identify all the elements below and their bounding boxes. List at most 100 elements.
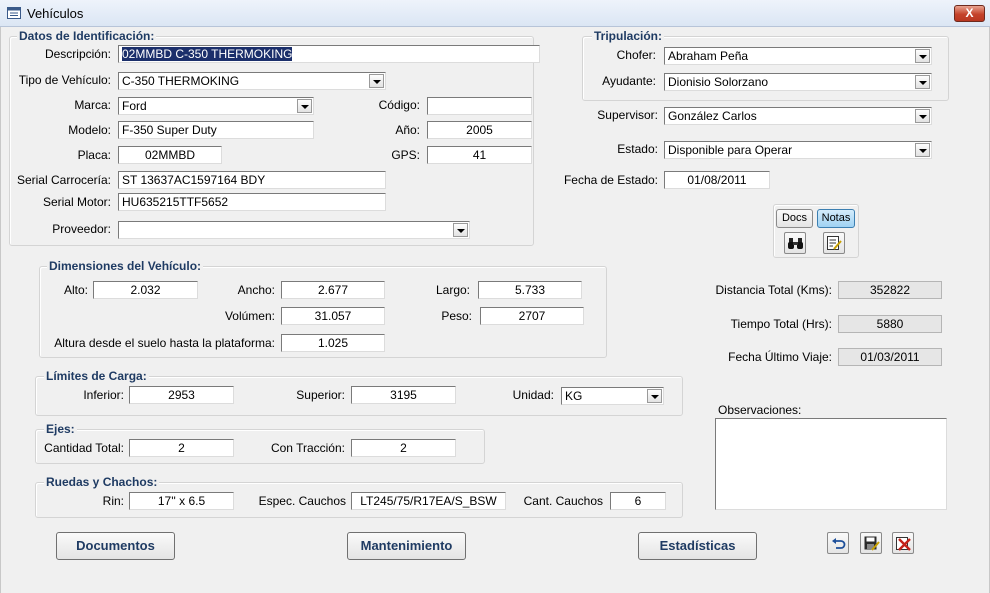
volumen-field[interactable]: 31.057 bbox=[281, 307, 385, 325]
superior-field[interactable]: 3195 bbox=[351, 386, 456, 404]
serial-carroceria-label: Serial Carrocería: bbox=[16, 173, 111, 187]
save-icon bbox=[864, 536, 880, 551]
serial-motor-field[interactable]: HU635215TTF5652 bbox=[118, 193, 386, 211]
form-icon bbox=[7, 7, 21, 19]
codigo-field[interactable] bbox=[427, 97, 532, 115]
chevron-down-icon[interactable] bbox=[915, 49, 930, 63]
ayudante-label: Ayudante: bbox=[602, 74, 656, 88]
ayudante-combo[interactable]: Dionisio Solorzano bbox=[664, 73, 932, 91]
modelo-field[interactable]: F-350 Super Duty bbox=[118, 121, 314, 139]
chevron-down-icon[interactable] bbox=[647, 389, 662, 403]
cant-cauchos-field[interactable]: 6 bbox=[610, 492, 666, 510]
supervisor-label: Supervisor: bbox=[597, 108, 658, 122]
supervisor-combo[interactable]: González Carlos bbox=[664, 107, 932, 125]
altura-field[interactable]: 1.025 bbox=[281, 334, 385, 352]
unidad-value: KG bbox=[565, 389, 583, 403]
espec-field[interactable]: LT245/75/R17EA/S_BSW bbox=[351, 492, 506, 510]
peso-label: Peso: bbox=[441, 309, 472, 323]
volumen-label: Volúmen: bbox=[224, 309, 275, 323]
placa-label: Placa: bbox=[77, 148, 111, 162]
chevron-down-icon[interactable] bbox=[915, 143, 930, 157]
alto-field[interactable]: 2.032 bbox=[93, 281, 198, 299]
cantidad-label: Cantidad Total: bbox=[44, 441, 124, 455]
notas-button[interactable]: Notas bbox=[817, 209, 855, 228]
save-button[interactable] bbox=[860, 532, 882, 554]
close-button[interactable]: X bbox=[954, 5, 985, 22]
observaciones-label: Observaciones: bbox=[718, 403, 802, 417]
ancho-field[interactable]: 2.677 bbox=[281, 281, 385, 299]
superior-label: Superior: bbox=[296, 388, 345, 402]
espec-label: Espec. Cauchos bbox=[258, 494, 346, 508]
marca-label: Marca: bbox=[74, 98, 111, 112]
anio-field[interactable]: 2005 bbox=[427, 121, 532, 139]
docs-button[interactable]: Docs bbox=[776, 209, 813, 228]
observaciones-textarea[interactable] bbox=[715, 418, 947, 510]
estado-combo[interactable]: Disponible para Operar bbox=[664, 141, 932, 159]
traccion-field[interactable]: 2 bbox=[351, 439, 456, 457]
marca-combo[interactable]: Ford bbox=[118, 97, 314, 115]
chofer-value: Abraham Peña bbox=[668, 49, 749, 63]
dimensiones-title: Dimensiones del Vehículo: bbox=[47, 259, 204, 273]
ayudante-value: Dionisio Solorzano bbox=[668, 75, 769, 89]
window-title: Vehículos bbox=[27, 6, 84, 21]
undo-button[interactable] bbox=[827, 532, 849, 554]
chevron-down-icon[interactable] bbox=[915, 75, 930, 89]
distancia-label: Distancia Total (Kms): bbox=[715, 283, 832, 297]
tipo-label: Tipo de Vehículo: bbox=[18, 73, 111, 87]
unidad-combo[interactable]: KG bbox=[561, 387, 664, 405]
descripcion-label: Descripción: bbox=[44, 47, 111, 61]
fecha-estado-field[interactable]: 01/08/2011 bbox=[664, 171, 770, 189]
gps-label: GPS: bbox=[391, 148, 420, 162]
binoculars-icon bbox=[788, 238, 803, 249]
estadisticas-button[interactable]: Estadísticas bbox=[638, 532, 757, 560]
codigo-label: Código: bbox=[378, 98, 420, 112]
serial-carroceria-field[interactable]: ST 13637AC1597164 BDY bbox=[118, 171, 386, 189]
tripulacion-group bbox=[582, 36, 949, 101]
estado-label: Estado: bbox=[617, 142, 658, 156]
distancia-field: 352822 bbox=[838, 281, 942, 299]
tipo-combo[interactable]: C-350 THERMOKING bbox=[118, 72, 386, 90]
cant-cauchos-label: Cant. Cauchos bbox=[523, 494, 603, 508]
descripcion-text: 02MMBD C-350 THERMOKING bbox=[122, 47, 293, 61]
tipo-value: C-350 THERMOKING bbox=[122, 74, 240, 88]
chevron-down-icon[interactable] bbox=[297, 99, 312, 113]
largo-field[interactable]: 5.733 bbox=[478, 281, 582, 299]
identificacion-title: Datos de Identificación: bbox=[17, 29, 157, 43]
proveedor-combo[interactable] bbox=[118, 221, 470, 239]
placa-field[interactable]: 02MMBD bbox=[118, 146, 222, 164]
tiempo-label: Tiempo Total (Hrs): bbox=[730, 317, 832, 331]
rin-field[interactable]: 17'' x 6.5 bbox=[129, 492, 234, 510]
descripcion-field[interactable]: 02MMBD C-350 THERMOKING bbox=[118, 45, 540, 63]
search-button[interactable] bbox=[784, 232, 806, 254]
largo-label: Largo: bbox=[435, 283, 470, 297]
chevron-down-icon[interactable] bbox=[369, 74, 384, 88]
undo-icon bbox=[832, 538, 846, 549]
fecha-estado-label: Fecha de Estado: bbox=[563, 173, 658, 187]
serial-motor-label: Serial Motor: bbox=[42, 195, 111, 209]
documentos-button[interactable]: Documentos bbox=[56, 532, 175, 560]
gps-field[interactable]: 41 bbox=[427, 146, 532, 164]
inferior-field[interactable]: 2953 bbox=[129, 386, 234, 404]
ruedas-title: Ruedas y Chachos: bbox=[44, 475, 160, 489]
ejes-title: Ejes: bbox=[44, 422, 77, 436]
chofer-combo[interactable]: Abraham Peña bbox=[664, 47, 932, 65]
supervisor-value: González Carlos bbox=[668, 109, 757, 123]
chevron-down-icon[interactable] bbox=[453, 223, 468, 237]
tripulacion-title: Tripulación: bbox=[592, 29, 665, 43]
cantidad-field[interactable]: 2 bbox=[129, 439, 234, 457]
fecha-viaje-field: 01/03/2011 bbox=[838, 348, 942, 366]
inferior-label: Inferior: bbox=[83, 388, 124, 402]
chevron-down-icon[interactable] bbox=[915, 109, 930, 123]
delete-icon bbox=[896, 537, 911, 551]
mantenimiento-button[interactable]: Mantenimiento bbox=[347, 532, 466, 560]
fecha-viaje-label: Fecha Último Viaje: bbox=[728, 350, 832, 364]
peso-field[interactable]: 2707 bbox=[480, 307, 584, 325]
edit-note-icon bbox=[827, 236, 842, 250]
ancho-label: Ancho: bbox=[237, 283, 275, 297]
delete-button[interactable] bbox=[892, 532, 914, 554]
tiempo-field: 5880 bbox=[838, 315, 942, 333]
edit-note-button[interactable] bbox=[823, 232, 845, 254]
limites-title: Límites de Carga: bbox=[44, 369, 149, 383]
alto-label: Alto: bbox=[63, 283, 88, 297]
proveedor-label: Proveedor: bbox=[52, 222, 111, 236]
